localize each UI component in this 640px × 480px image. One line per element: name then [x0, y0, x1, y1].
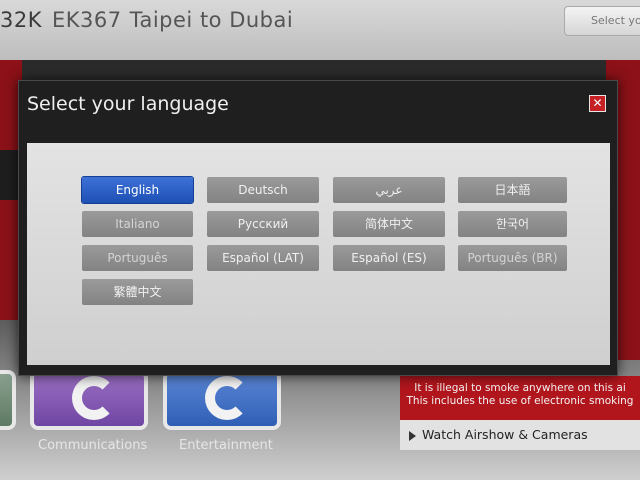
- language-option-portuguese[interactable]: Português: [82, 245, 193, 271]
- close-icon[interactable]: ✕: [589, 95, 606, 112]
- language-option-english[interactable]: English: [82, 177, 193, 203]
- language-option-arabic[interactable]: عربي: [333, 177, 445, 203]
- notice-line-2: This includes the use of electronic smok…: [406, 395, 634, 407]
- language-modal: Select your language ✕ English Deutsch ع…: [18, 80, 618, 376]
- top-bar: 32K EK367 Taipei to Dubai Select you: [0, 0, 640, 60]
- flight-info: 32K EK367 Taipei to Dubai: [0, 8, 293, 32]
- entertainment-tile[interactable]: [163, 370, 281, 430]
- entertainment-label: Entertainment: [179, 438, 273, 453]
- communications-icon: [72, 376, 116, 420]
- flight-prefix: 32K: [0, 8, 42, 32]
- flight-code: EK367: [52, 8, 122, 32]
- language-option-traditional-chinese[interactable]: 繁體中文: [82, 279, 193, 305]
- language-option-simplified-chinese[interactable]: 简体中文: [333, 211, 445, 237]
- play-triangle-icon: [409, 431, 416, 441]
- language-option-deutsch[interactable]: Deutsch: [207, 177, 319, 203]
- entertainment-icon: [205, 376, 249, 420]
- language-grid: English Deutsch عربي 日本語 Italiano Русски…: [27, 143, 610, 365]
- language-option-portuguese-br[interactable]: Português (BR): [458, 245, 567, 271]
- modal-title: Select your language: [27, 93, 229, 115]
- menu-tile-partial[interactable]: [0, 370, 16, 430]
- communications-tile[interactable]: [30, 370, 148, 430]
- select-language-button[interactable]: Select you: [564, 6, 640, 36]
- flight-route: Taipei to Dubai: [129, 8, 294, 32]
- communications-label: Communications: [38, 438, 148, 453]
- language-option-italiano[interactable]: Italiano: [82, 211, 193, 237]
- language-option-korean[interactable]: 한국어: [458, 211, 567, 237]
- watch-airshow-label: Watch Airshow & Cameras: [422, 427, 588, 442]
- notice-line-1: It is illegal to smoke anywhere on this …: [414, 382, 626, 394]
- watch-airshow-link[interactable]: Watch Airshow & Cameras: [400, 420, 640, 450]
- language-option-japanese[interactable]: 日本語: [458, 177, 567, 203]
- no-smoking-notice: It is illegal to smoke anywhere on this …: [400, 376, 640, 420]
- language-option-spanish-lat[interactable]: Español (LAT): [207, 245, 319, 271]
- language-option-spanish-es[interactable]: Español (ES): [333, 245, 445, 271]
- language-option-russian[interactable]: Русский: [207, 211, 319, 237]
